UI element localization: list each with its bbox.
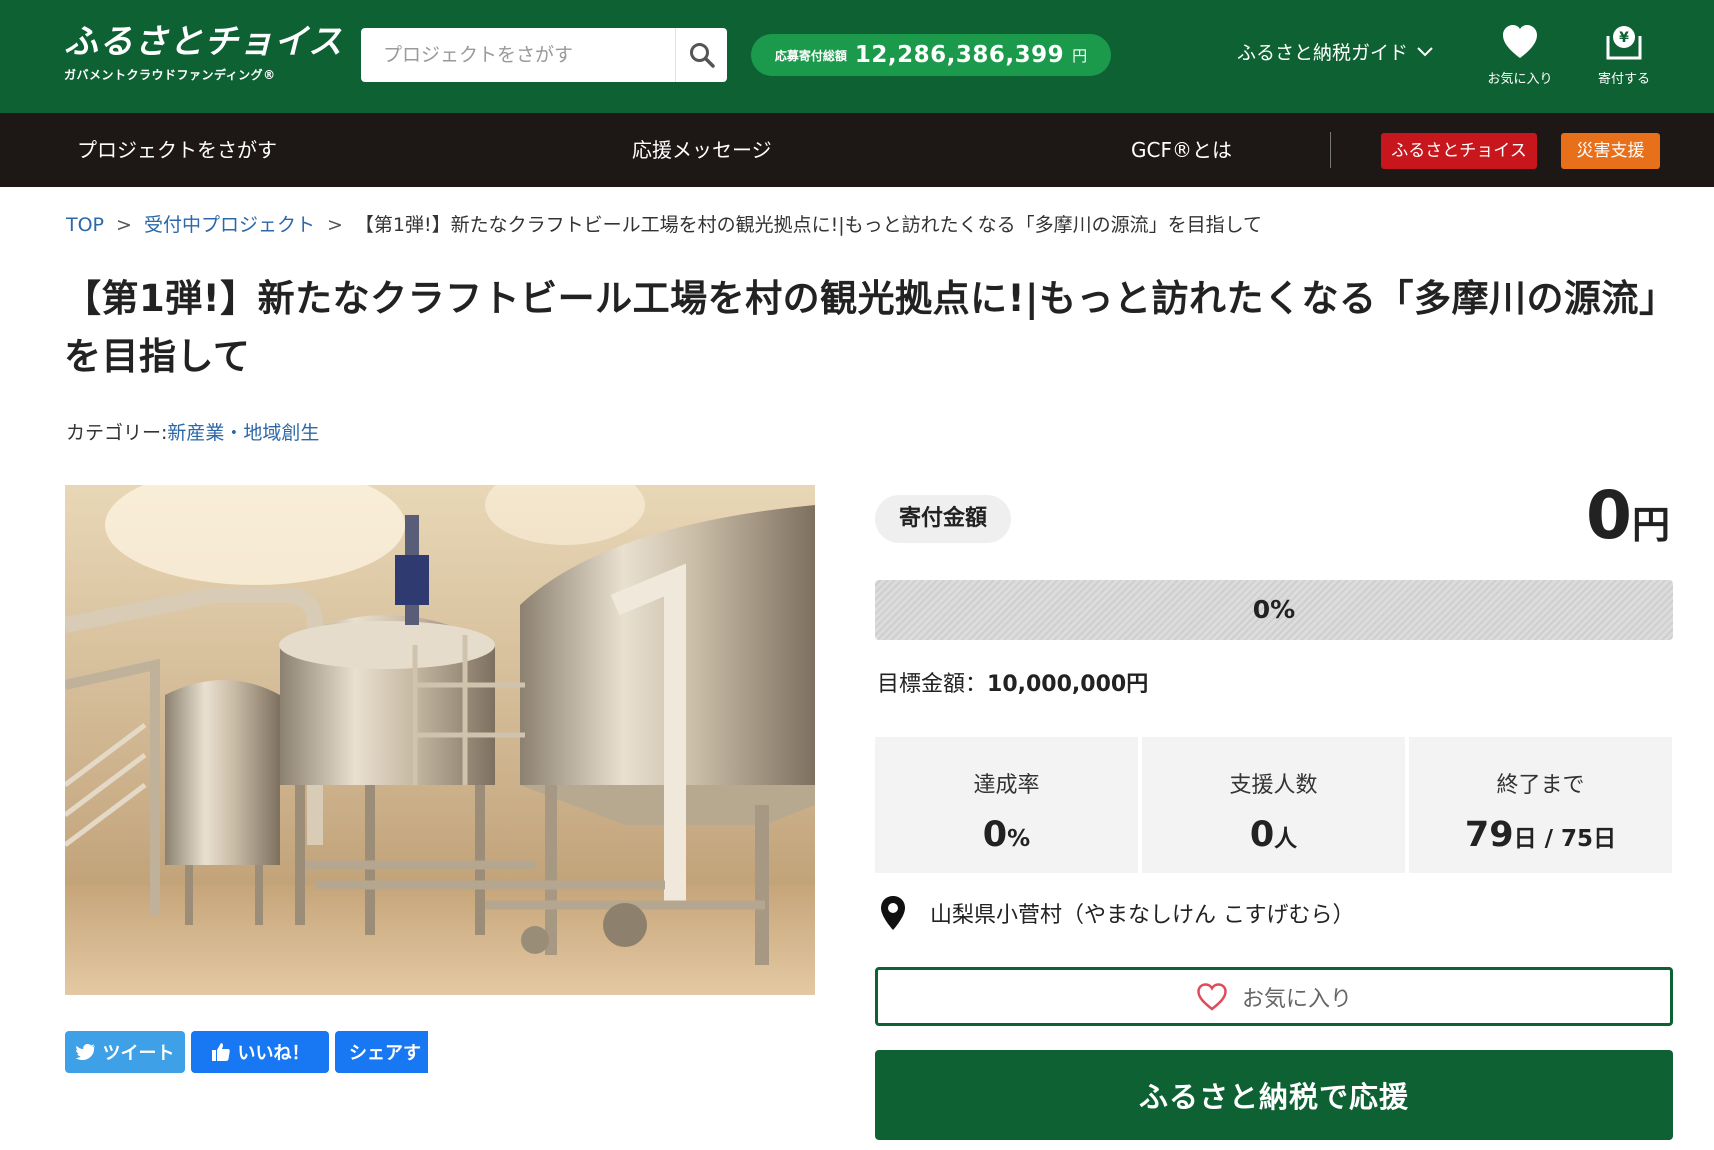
category-link[interactable]: 新産業・地域創生 (167, 422, 319, 444)
site-header: ふるさとチョイス ガバメントクラウドファンディング® 応募寄付総額 12,286… (0, 0, 1714, 113)
logo-sub-text: ガバメントクラウドファンディング® (64, 68, 276, 82)
total-donations-amount: 12,286,386,399 (854, 42, 1065, 68)
logo-main-text: ふるさとチョイス (64, 22, 343, 62)
page-title-line1: 【第1弾!】新たなクラフトビール工場を村の観光拠点に!|もっと訪れたくなる「多摩… (64, 277, 1677, 320)
stat-rate-label: 達成率 (973, 773, 1040, 798)
main-nav: プロジェクトをさがす 応援メッセージ GCF®とは ふるさとチョイス 災害支援 (0, 113, 1714, 187)
header-favorites-label: お気に入り (1487, 72, 1553, 87)
total-donations-unit: 円 (1072, 46, 1088, 65)
project-location: 山梨県小菅村（やまなしけん こすげむら） (880, 895, 1355, 931)
thumbs-up-icon (211, 1043, 230, 1061)
donation-amount-label: 寄付金額 (875, 495, 1012, 543)
twitter-bird-icon (75, 1044, 95, 1061)
breadcrumb-separator: > (116, 214, 132, 236)
tweet-label: ツイート (102, 1043, 175, 1064)
breadcrumb-current: 【第1弾!】新たなクラフトビール工場を村の観光拠点に!|もっと訪れたくなる「多摩… (354, 214, 1263, 236)
header-favorites-button[interactable]: お気に入り (1475, 22, 1565, 87)
donation-amount: 0円 (1586, 480, 1670, 552)
header-donate-button[interactable]: ¥ 寄付する (1579, 22, 1669, 87)
donation-amount-unit: 円 (1631, 503, 1670, 547)
guide-label: ふるさと納税ガイド (1237, 42, 1409, 64)
search-button[interactable] (675, 28, 727, 82)
stat-remaining-label: 終了まで (1496, 773, 1585, 798)
breadcrumb: TOP > 受付中プロジェクト > 【第1弾!】新たなクラフトビール工場を村の観光拠点に… (66, 210, 1262, 237)
nav-furusato-choice-badge[interactable]: ふるさとチョイス (1381, 133, 1537, 169)
like-label: いいね！ (237, 1043, 310, 1064)
goal-amount: 目標金額：10,000,000円 (877, 666, 1148, 698)
nav-divider (1330, 132, 1331, 168)
furusato-guide-dropdown[interactable]: ふるさと納税ガイド (1237, 38, 1434, 65)
total-donations-badge: 応募寄付総額 12,286,386,399 円 (751, 34, 1111, 76)
nav-messages[interactable]: 応援メッセージ (632, 113, 772, 187)
category-label: カテゴリー: (66, 422, 168, 444)
site-logo[interactable]: ふるさとチョイス ガバメントクラウドファンディング® (64, 22, 343, 83)
stat-rate-value: 0% (982, 815, 1031, 855)
brewery-photo-illustration (65, 485, 815, 995)
stat-supporters-label: 支援人数 (1229, 773, 1318, 798)
stat-remaining-value: 79日 / 75日 (1464, 815, 1617, 855)
nav-disaster-support-badge[interactable]: 災害支援 (1561, 133, 1660, 169)
stat-achievement-rate: 達成率 0% (875, 737, 1138, 873)
progress-percent: 0% (1252, 595, 1296, 624)
heart-outline-icon (1197, 982, 1227, 1011)
breadcrumb-separator: > (326, 214, 343, 236)
header-donate-label: 寄付する (1597, 72, 1650, 87)
project-image (65, 485, 815, 995)
donate-yen-icon: ¥ (1606, 26, 1642, 60)
chevron-down-icon (1417, 46, 1433, 56)
search-icon (689, 43, 715, 68)
breadcrumb-active-projects[interactable]: 受付中プロジェクト (144, 214, 315, 236)
svg-text:¥: ¥ (1619, 30, 1629, 46)
breadcrumb-top[interactable]: TOP (66, 214, 104, 236)
goal-label: 目標金額： (877, 672, 988, 697)
total-donations-label: 応募寄付総額 (774, 48, 847, 63)
project-category: カテゴリー:新産業・地域創生 (66, 418, 319, 445)
nav-find-projects[interactable]: プロジェクトをさがす (77, 113, 277, 187)
map-pin-icon (881, 896, 905, 930)
stat-supporters: 支援人数 0人 (1142, 737, 1405, 873)
favorites-button-label: お気に入り (1241, 986, 1352, 1012)
tweet-button[interactable]: ツイート (65, 1031, 185, 1073)
page-title: 【第1弾!】新たなクラフトビール工場を村の観光拠点に!|もっと訪れたくなる「多摩… (64, 270, 1684, 386)
share-button[interactable]: シェアす (335, 1031, 428, 1073)
search-box (361, 28, 727, 82)
donation-amount-value: 0 (1586, 477, 1632, 554)
page-title-line2: を目指して (64, 335, 251, 378)
search-input[interactable] (361, 28, 671, 82)
goal-value: 10,000,000円 (987, 672, 1149, 697)
like-button[interactable]: いいね！ (191, 1031, 329, 1073)
share-label: シェアす (349, 1043, 421, 1064)
progress-bar: 0% (875, 580, 1673, 640)
heart-icon (1503, 25, 1537, 58)
stat-supporters-value: 0人 (1249, 815, 1298, 855)
add-to-favorites-button[interactable]: お気に入り (875, 967, 1673, 1026)
support-with-furusato-tax-button[interactable]: ふるさと納税で応援 (875, 1050, 1673, 1140)
nav-about-gcf[interactable]: GCF®とは (1131, 113, 1232, 187)
location-text: 山梨県小菅村（やまなしけん こすげむら） (930, 903, 1355, 928)
stat-time-remaining: 終了まで 79日 / 75日 (1409, 737, 1672, 873)
